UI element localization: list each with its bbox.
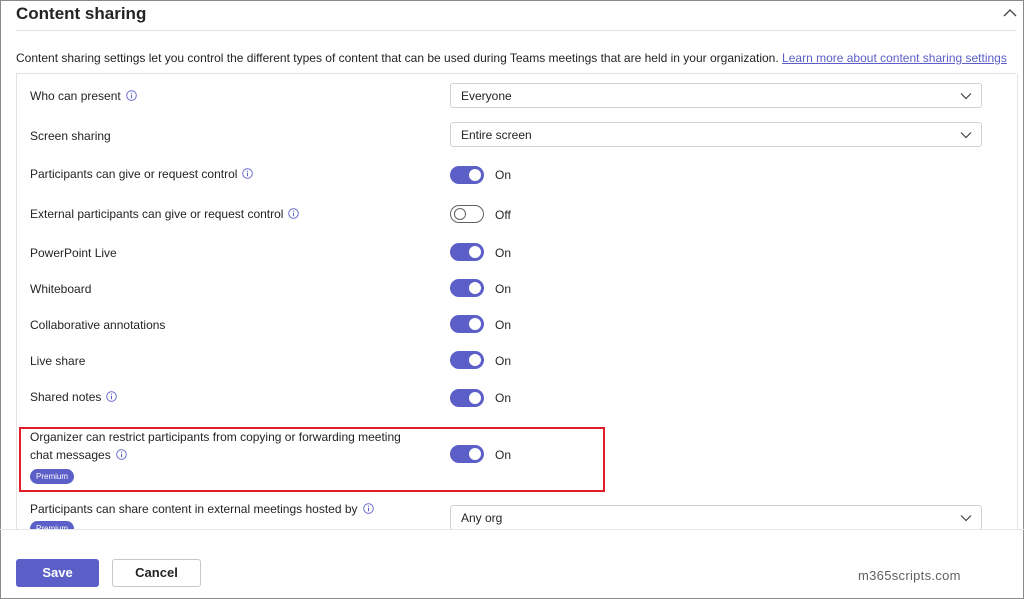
setting-participants-control-label: Participants can give or request control	[30, 165, 254, 183]
toggle-knob	[469, 448, 481, 460]
participants-control-toggle[interactable]	[450, 166, 484, 184]
info-icon[interactable]	[106, 391, 118, 402]
whiteboard-toggle[interactable]	[450, 279, 484, 297]
section-header[interactable]: Content sharing	[0, 0, 1024, 30]
external-control-toggle[interactable]	[450, 205, 484, 223]
premium-badge: Premium	[30, 469, 75, 484]
info-icon[interactable]	[288, 208, 300, 219]
toggle-knob	[469, 354, 481, 366]
dropdown-value: Everyone	[461, 89, 512, 103]
footer-divider	[0, 529, 1024, 530]
toggle-state-text: On	[495, 246, 512, 260]
description-text: Content sharing settings let you control…	[16, 51, 779, 65]
toggle-knob	[469, 392, 481, 404]
toggle-state-text: On	[495, 282, 512, 296]
powerpoint-live-toggle[interactable]	[450, 243, 484, 261]
chevron-up-icon[interactable]	[1003, 8, 1017, 18]
toggle-knob	[469, 282, 481, 294]
cancel-button[interactable]: Cancel	[112, 559, 201, 587]
info-icon[interactable]	[242, 168, 254, 179]
dropdown-value: Entire screen	[461, 128, 532, 142]
chevron-down-icon	[960, 515, 972, 522]
live-share-toggle[interactable]	[450, 351, 484, 369]
dropdown-value: Any org	[461, 511, 503, 525]
toggle-state-text: On	[495, 354, 512, 368]
restrict-copying-toggle[interactable]	[450, 445, 484, 463]
learn-more-link[interactable]: Learn more about content sharing setting…	[782, 51, 1007, 65]
setting-powerpoint-live-label: PowerPoint Live	[30, 246, 117, 260]
external-meetings-dropdown[interactable]: Any org	[450, 505, 982, 529]
setting-external-control-label: External participants can give or reques…	[30, 205, 300, 223]
chevron-down-icon	[960, 132, 972, 139]
setting-live-share-label: Live share	[30, 354, 86, 368]
setting-whiteboard-label: Whiteboard	[30, 282, 92, 296]
toggle-knob	[454, 208, 466, 220]
who-can-present-dropdown[interactable]: Everyone	[450, 83, 982, 108]
toggle-state-text: On	[495, 448, 512, 462]
chevron-down-icon	[960, 93, 972, 100]
section-title: Content sharing	[16, 4, 147, 23]
toggle-state-text: On	[495, 168, 512, 182]
setting-collaborative-annotations-label: Collaborative annotations	[30, 318, 166, 332]
clipped-dropdown-area: Any org	[0, 500, 1024, 529]
info-icon[interactable]	[125, 90, 137, 101]
info-icon[interactable]	[115, 449, 127, 460]
save-button[interactable]: Save	[16, 559, 99, 587]
shared-notes-toggle[interactable]	[450, 389, 484, 407]
screen-sharing-dropdown[interactable]: Entire screen	[450, 122, 982, 147]
toggle-state-text: On	[495, 318, 512, 332]
toggle-state-text: Off	[495, 208, 511, 222]
watermark: m365scripts.com	[858, 568, 961, 583]
setting-restrict-copying-label-line2: chat messages	[30, 446, 127, 464]
toggle-knob	[469, 246, 481, 258]
setting-shared-notes-label: Shared notes	[30, 388, 118, 406]
collaborative-annotations-toggle[interactable]	[450, 315, 484, 333]
header-divider	[16, 30, 1016, 31]
setting-who-can-present-label: Who can present	[30, 87, 137, 105]
section-description: Content sharing settings let you control…	[16, 51, 1007, 65]
setting-screen-sharing-label: Screen sharing	[30, 129, 111, 143]
toggle-knob	[469, 169, 481, 181]
toggle-knob	[469, 318, 481, 330]
toggle-state-text: On	[495, 391, 512, 405]
setting-restrict-copying-label: Organizer can restrict participants from…	[30, 430, 401, 444]
